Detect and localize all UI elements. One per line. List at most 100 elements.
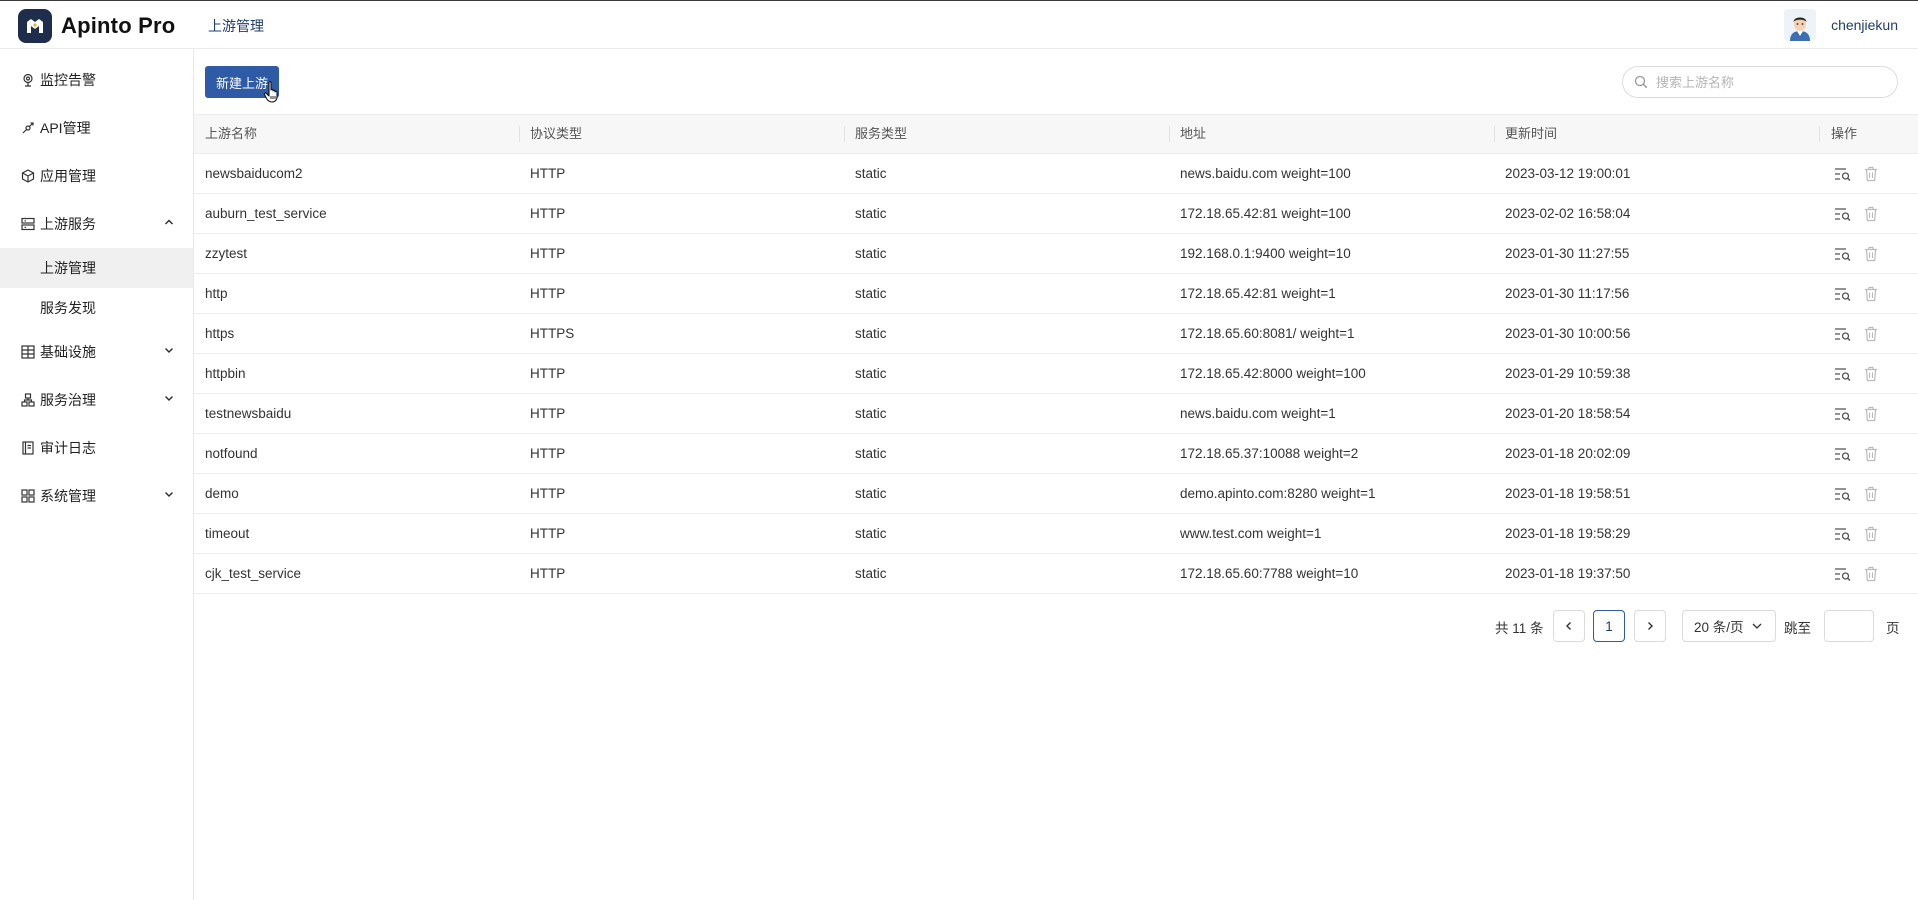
cell-protocol: HTTP bbox=[530, 526, 566, 541]
table-row[interactable]: cjk_test_service HTTP static 172.18.65.6… bbox=[194, 554, 1918, 594]
sidebar-item-label: 服务治理 bbox=[40, 392, 96, 408]
cell-address: news.baidu.com weight=100 bbox=[1180, 166, 1351, 181]
sidebar-item-label: 审计日志 bbox=[40, 440, 96, 456]
sidebar-subitem-service-discovery[interactable]: 服务发现 bbox=[0, 288, 193, 328]
cell-service-type: static bbox=[855, 246, 887, 261]
chevron-down-icon bbox=[164, 491, 174, 498]
view-detail-icon[interactable] bbox=[1834, 406, 1852, 422]
hand-cursor-icon bbox=[263, 81, 278, 103]
view-detail-icon[interactable] bbox=[1834, 286, 1852, 302]
cell-name: zzytest bbox=[205, 246, 248, 261]
cell-updated: 2023-01-29 10:59:38 bbox=[1505, 366, 1631, 381]
next-page-button[interactable] bbox=[1634, 610, 1666, 642]
delete-icon[interactable] bbox=[1864, 206, 1878, 222]
column-divider bbox=[519, 126, 520, 142]
table-row[interactable]: httpbin HTTP static 172.18.65.42:8000 we… bbox=[194, 354, 1918, 394]
cell-address: 172.18.65.42:81 weight=1 bbox=[1180, 286, 1336, 301]
delete-icon[interactable] bbox=[1864, 446, 1878, 462]
sidebar-item-infrastructure[interactable]: 基础设施 bbox=[0, 332, 193, 372]
top-bar: Apinto Pro 上游管理 chenjiekun bbox=[0, 0, 1918, 49]
cell-name: cjk_test_service bbox=[205, 566, 302, 581]
audit-log-icon bbox=[20, 440, 36, 456]
cell-name: testnewsbaidu bbox=[205, 406, 292, 421]
sidebar-item-upstream[interactable]: 上游服务 bbox=[0, 204, 193, 244]
table-row[interactable]: notfound HTTP static 172.18.65.37:10088 … bbox=[194, 434, 1918, 474]
cell-address: 172.18.65.60:8081/ weight=1 bbox=[1180, 326, 1355, 341]
delete-icon[interactable] bbox=[1864, 406, 1878, 422]
cell-service-type: static bbox=[855, 526, 887, 541]
delete-icon[interactable] bbox=[1864, 486, 1878, 502]
view-detail-icon[interactable] bbox=[1834, 566, 1852, 582]
cell-updated: 2023-02-02 16:58:04 bbox=[1505, 206, 1631, 221]
sidebar: 监控告警 API管理 应用管理 上游服务 上游管理 服务发现 基础设施 服务治理… bbox=[0, 49, 194, 900]
cell-name: httpbin bbox=[205, 366, 246, 381]
table-row[interactable]: newsbaiducom2 HTTP static news.baidu.com… bbox=[194, 154, 1918, 194]
sidebar-item-apps[interactable]: 应用管理 bbox=[0, 156, 193, 196]
view-detail-icon[interactable] bbox=[1834, 246, 1852, 262]
view-detail-icon[interactable] bbox=[1834, 366, 1852, 382]
delete-icon[interactable] bbox=[1864, 326, 1878, 342]
table-row[interactable]: zzytest HTTP static 192.168.0.1:9400 wei… bbox=[194, 234, 1918, 274]
view-detail-icon[interactable] bbox=[1834, 206, 1852, 222]
delete-icon[interactable] bbox=[1864, 526, 1878, 542]
row-actions bbox=[1834, 286, 1878, 302]
table-row[interactable]: https HTTPS static 172.18.65.60:8081/ we… bbox=[194, 314, 1918, 354]
cell-updated: 2023-01-18 19:58:51 bbox=[1505, 486, 1631, 501]
logo-icon bbox=[18, 9, 52, 43]
cell-service-type: static bbox=[855, 446, 887, 461]
chevron-right-icon bbox=[1648, 622, 1653, 630]
sidebar-item-label: 应用管理 bbox=[40, 168, 96, 184]
delete-icon[interactable] bbox=[1864, 166, 1878, 182]
sidebar-item-system[interactable]: 系统管理 bbox=[0, 476, 193, 516]
chevron-down-icon bbox=[164, 347, 174, 354]
sidebar-item-label: 上游服务 bbox=[40, 216, 96, 232]
delete-icon[interactable] bbox=[1864, 246, 1878, 262]
table-row[interactable]: demo HTTP static demo.apinto.com:8280 we… bbox=[194, 474, 1918, 514]
cell-updated: 2023-03-12 19:00:01 bbox=[1505, 166, 1631, 181]
cell-protocol: HTTP bbox=[530, 286, 566, 301]
system-icon bbox=[20, 488, 36, 504]
row-actions bbox=[1834, 446, 1878, 462]
column-header-protocol: 协议类型 bbox=[530, 126, 583, 141]
view-detail-icon[interactable] bbox=[1834, 326, 1852, 342]
user-name[interactable]: chenjiekun bbox=[1831, 17, 1898, 33]
jump-page-input[interactable] bbox=[1824, 610, 1874, 642]
delete-icon[interactable] bbox=[1864, 366, 1878, 382]
app-logo[interactable]: Apinto Pro bbox=[18, 9, 175, 43]
cell-service-type: static bbox=[855, 406, 887, 421]
cell-address: 192.168.0.1:9400 weight=10 bbox=[1180, 246, 1351, 261]
sidebar-item-audit-log[interactable]: 审计日志 bbox=[0, 428, 193, 468]
table-row[interactable]: http HTTP static 172.18.65.42:81 weight=… bbox=[194, 274, 1918, 314]
search-input[interactable] bbox=[1654, 73, 1888, 91]
sidebar-item-monitor[interactable]: 监控告警 bbox=[0, 60, 193, 100]
sidebar-item-governance[interactable]: 服务治理 bbox=[0, 380, 193, 420]
cell-protocol: HTTP bbox=[530, 246, 566, 261]
prev-page-button[interactable] bbox=[1553, 610, 1585, 642]
delete-icon[interactable] bbox=[1864, 286, 1878, 302]
user-menu[interactable]: chenjiekun bbox=[1784, 9, 1898, 41]
cell-address: 172.18.65.42:81 weight=100 bbox=[1180, 206, 1351, 221]
view-detail-icon[interactable] bbox=[1834, 166, 1852, 182]
cell-updated: 2023-01-20 18:58:54 bbox=[1505, 406, 1631, 421]
cell-updated: 2023-01-18 19:58:29 bbox=[1505, 526, 1631, 541]
search-icon bbox=[1634, 75, 1648, 89]
cell-name: http bbox=[205, 286, 228, 301]
delete-icon[interactable] bbox=[1864, 566, 1878, 582]
view-detail-icon[interactable] bbox=[1834, 446, 1852, 462]
page-number-button[interactable]: 1 bbox=[1593, 610, 1625, 642]
cell-service-type: static bbox=[855, 486, 887, 501]
table-row[interactable]: timeout HTTP static www.test.com weight=… bbox=[194, 514, 1918, 554]
search-box[interactable] bbox=[1622, 66, 1898, 98]
table-row[interactable]: testnewsbaidu HTTP static news.baidu.com… bbox=[194, 394, 1918, 434]
cell-protocol: HTTP bbox=[530, 446, 566, 461]
avatar[interactable] bbox=[1784, 9, 1817, 41]
monitor-icon bbox=[20, 72, 36, 88]
view-detail-icon[interactable] bbox=[1834, 526, 1852, 542]
table-row[interactable]: auburn_test_service HTTP static 172.18.6… bbox=[194, 194, 1918, 234]
governance-icon bbox=[20, 392, 36, 408]
view-detail-icon[interactable] bbox=[1834, 486, 1852, 502]
sidebar-item-api[interactable]: API管理 bbox=[0, 108, 193, 148]
page-size-select[interactable]: 20 条/页 bbox=[1682, 610, 1776, 642]
row-actions bbox=[1834, 166, 1878, 182]
sidebar-subitem-upstream-management[interactable]: 上游管理 bbox=[0, 248, 193, 288]
